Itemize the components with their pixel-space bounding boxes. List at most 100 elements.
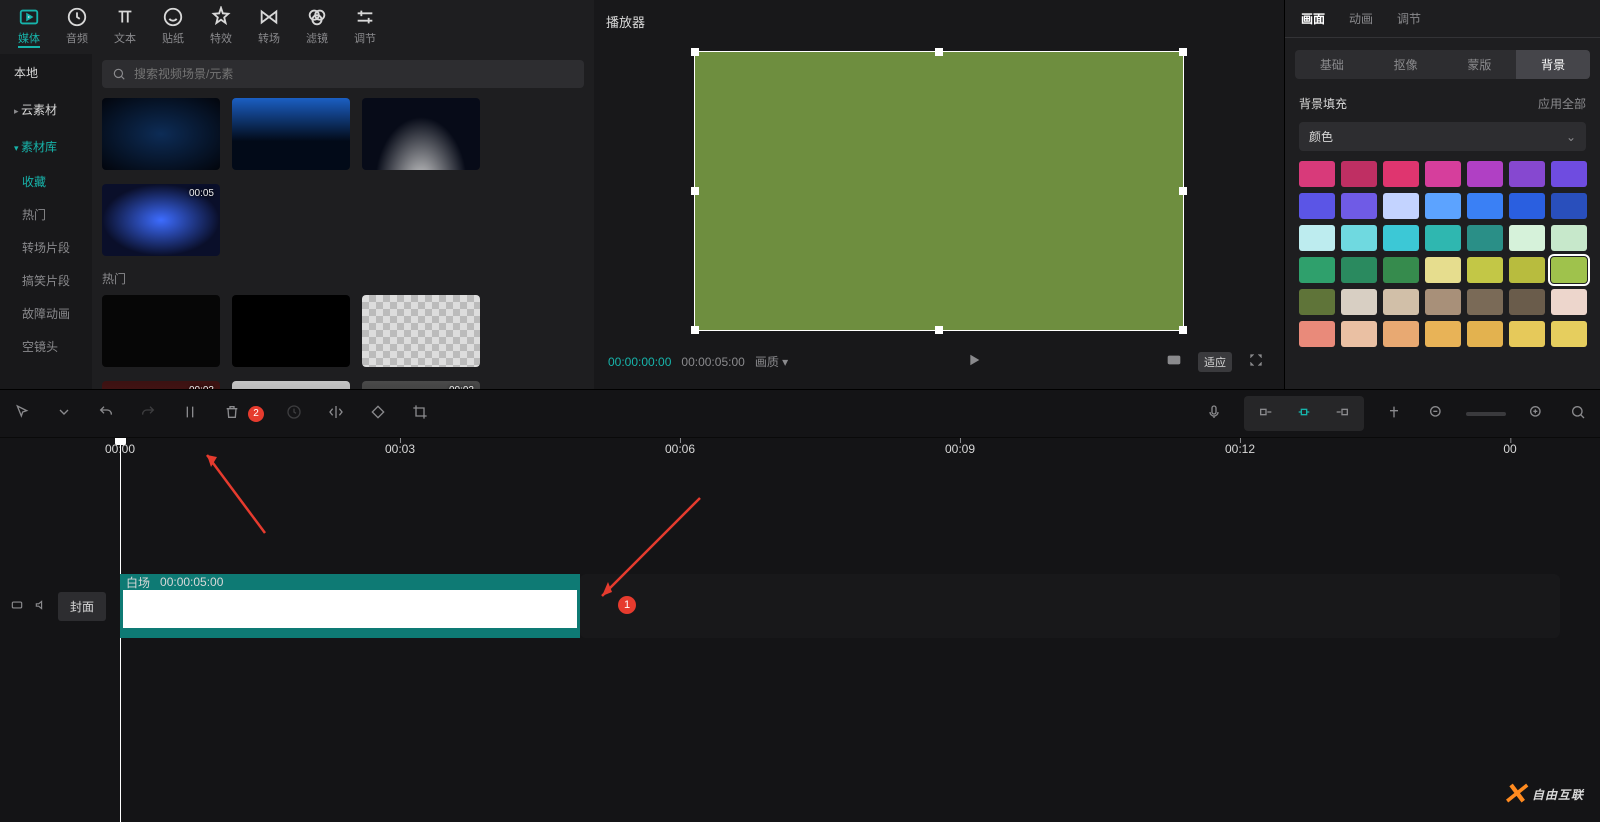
swatch[interactable] — [1383, 193, 1419, 219]
swatch[interactable] — [1383, 161, 1419, 187]
tool-mirror[interactable] — [324, 400, 348, 427]
timeline-clip[interactable]: 白场 00:00:05:00 — [120, 574, 580, 638]
track-mute[interactable] — [34, 598, 48, 615]
prop-tab-adjust[interactable]: 调节 — [1397, 10, 1421, 27]
sidebar-sub-empty[interactable]: 空镜头 — [0, 330, 92, 363]
bg-fill-select[interactable]: 颜色 — [1299, 122, 1586, 151]
subtab-background[interactable]: 背景 — [1516, 50, 1590, 79]
swatch[interactable] — [1425, 193, 1461, 219]
sidebar-sub-funny[interactable]: 搞笑片段 — [0, 264, 92, 297]
handle-br[interactable] — [1179, 326, 1187, 334]
timeline-ruler[interactable]: 00:0000:0300:0600:0900:1200 — [0, 438, 1600, 456]
search-box[interactable] — [102, 60, 584, 88]
sidebar-item-library[interactable]: 素材库 — [0, 128, 92, 165]
swatch[interactable] — [1509, 225, 1545, 251]
handle-t[interactable] — [935, 48, 943, 56]
tab-transition[interactable]: 转场 — [258, 6, 280, 48]
swatch[interactable] — [1551, 225, 1587, 251]
snap-left[interactable] — [1254, 400, 1278, 427]
handle-tl[interactable] — [691, 48, 699, 56]
sidebar-sub-transition-clip[interactable]: 转场片段 — [0, 231, 92, 264]
swatch[interactable] — [1551, 193, 1587, 219]
player-viewport[interactable] — [694, 51, 1184, 331]
swatch[interactable] — [1467, 193, 1503, 219]
swatch[interactable] — [1299, 321, 1335, 347]
swatch[interactable] — [1425, 225, 1461, 251]
swatch[interactable] — [1467, 161, 1503, 187]
zoom-slider[interactable] — [1466, 412, 1506, 416]
handle-l[interactable] — [691, 187, 699, 195]
apply-all-button[interactable]: 应用全部 — [1538, 95, 1586, 112]
fit-button[interactable]: 适应 — [1198, 352, 1232, 372]
play-button[interactable] — [960, 348, 988, 375]
swatch[interactable] — [1551, 289, 1587, 315]
thumb-sky-2[interactable] — [232, 98, 350, 170]
tool-redo[interactable] — [136, 400, 160, 427]
swatch[interactable] — [1467, 321, 1503, 347]
tab-audio[interactable]: 音频 — [66, 6, 88, 48]
snap-toggle[interactable] — [1382, 400, 1406, 427]
tab-effects[interactable]: 特效 — [210, 6, 232, 48]
swatch[interactable] — [1341, 289, 1377, 315]
tool-rotate[interactable] — [366, 400, 390, 427]
handle-bl[interactable] — [691, 326, 699, 334]
thumb-face-2[interactable] — [232, 381, 350, 389]
swatch[interactable] — [1551, 321, 1587, 347]
swatch[interactable] — [1341, 193, 1377, 219]
tab-sticker[interactable]: 贴纸 — [162, 6, 184, 48]
swatch[interactable] — [1509, 193, 1545, 219]
tool-mic[interactable] — [1202, 400, 1226, 427]
swatch[interactable] — [1341, 161, 1377, 187]
swatch[interactable] — [1509, 289, 1545, 315]
quality-selector[interactable]: 画质 ▾ — [755, 353, 788, 370]
fullscreen-button[interactable] — [1242, 348, 1270, 375]
thumb-sky-3[interactable] — [362, 98, 480, 170]
track-visibility[interactable] — [10, 598, 24, 615]
tool-reverse[interactable] — [282, 400, 306, 427]
swatch[interactable] — [1551, 161, 1587, 187]
handle-tr[interactable] — [1179, 48, 1187, 56]
swatch[interactable] — [1299, 161, 1335, 187]
search-input[interactable] — [132, 66, 574, 82]
tab-adjust[interactable]: 调节 — [354, 6, 376, 48]
swatch[interactable] — [1383, 257, 1419, 283]
swatch[interactable] — [1299, 257, 1335, 283]
tab-media[interactable]: 媒体 — [18, 6, 40, 48]
swatch[interactable] — [1425, 161, 1461, 187]
snap-center[interactable] — [1292, 400, 1316, 427]
thumb-black-1[interactable] — [102, 295, 220, 367]
swatch[interactable] — [1467, 257, 1503, 283]
swatch[interactable] — [1425, 257, 1461, 283]
sidebar-sub-hot[interactable]: 热门 — [0, 198, 92, 231]
compare-button[interactable] — [1160, 348, 1188, 375]
swatch[interactable] — [1467, 225, 1503, 251]
swatch[interactable] — [1383, 289, 1419, 315]
swatch[interactable] — [1341, 257, 1377, 283]
zoom-in[interactable] — [1524, 400, 1548, 427]
thumb-face-3[interactable]: 00:02 — [362, 381, 480, 389]
swatch[interactable] — [1467, 289, 1503, 315]
tool-crop[interactable] — [408, 400, 432, 427]
tab-filter[interactable]: 滤镜 — [306, 6, 328, 48]
swatch[interactable] — [1509, 257, 1545, 283]
thumb-nebula[interactable]: 00:05 — [102, 184, 220, 256]
zoom-fit[interactable] — [1566, 400, 1590, 427]
subtab-mask[interactable]: 蒙版 — [1443, 50, 1517, 79]
subtab-cutout[interactable]: 抠像 — [1369, 50, 1443, 79]
swatch[interactable] — [1341, 225, 1377, 251]
handle-b[interactable] — [935, 326, 943, 334]
subtab-basic[interactable]: 基础 — [1295, 50, 1369, 79]
swatch[interactable] — [1509, 161, 1545, 187]
swatch[interactable] — [1299, 289, 1335, 315]
tool-delete[interactable] — [220, 400, 244, 427]
tool-split[interactable] — [178, 400, 202, 427]
snap-right[interactable] — [1330, 400, 1354, 427]
swatch[interactable] — [1425, 289, 1461, 315]
sidebar-item-cloud[interactable]: 云素材 — [0, 91, 92, 128]
tool-undo[interactable] — [94, 400, 118, 427]
zoom-out[interactable] — [1424, 400, 1448, 427]
swatch[interactable] — [1425, 321, 1461, 347]
thumb-sky-1[interactable] — [102, 98, 220, 170]
thumb-transparent[interactable] — [362, 295, 480, 367]
swatch[interactable] — [1383, 321, 1419, 347]
